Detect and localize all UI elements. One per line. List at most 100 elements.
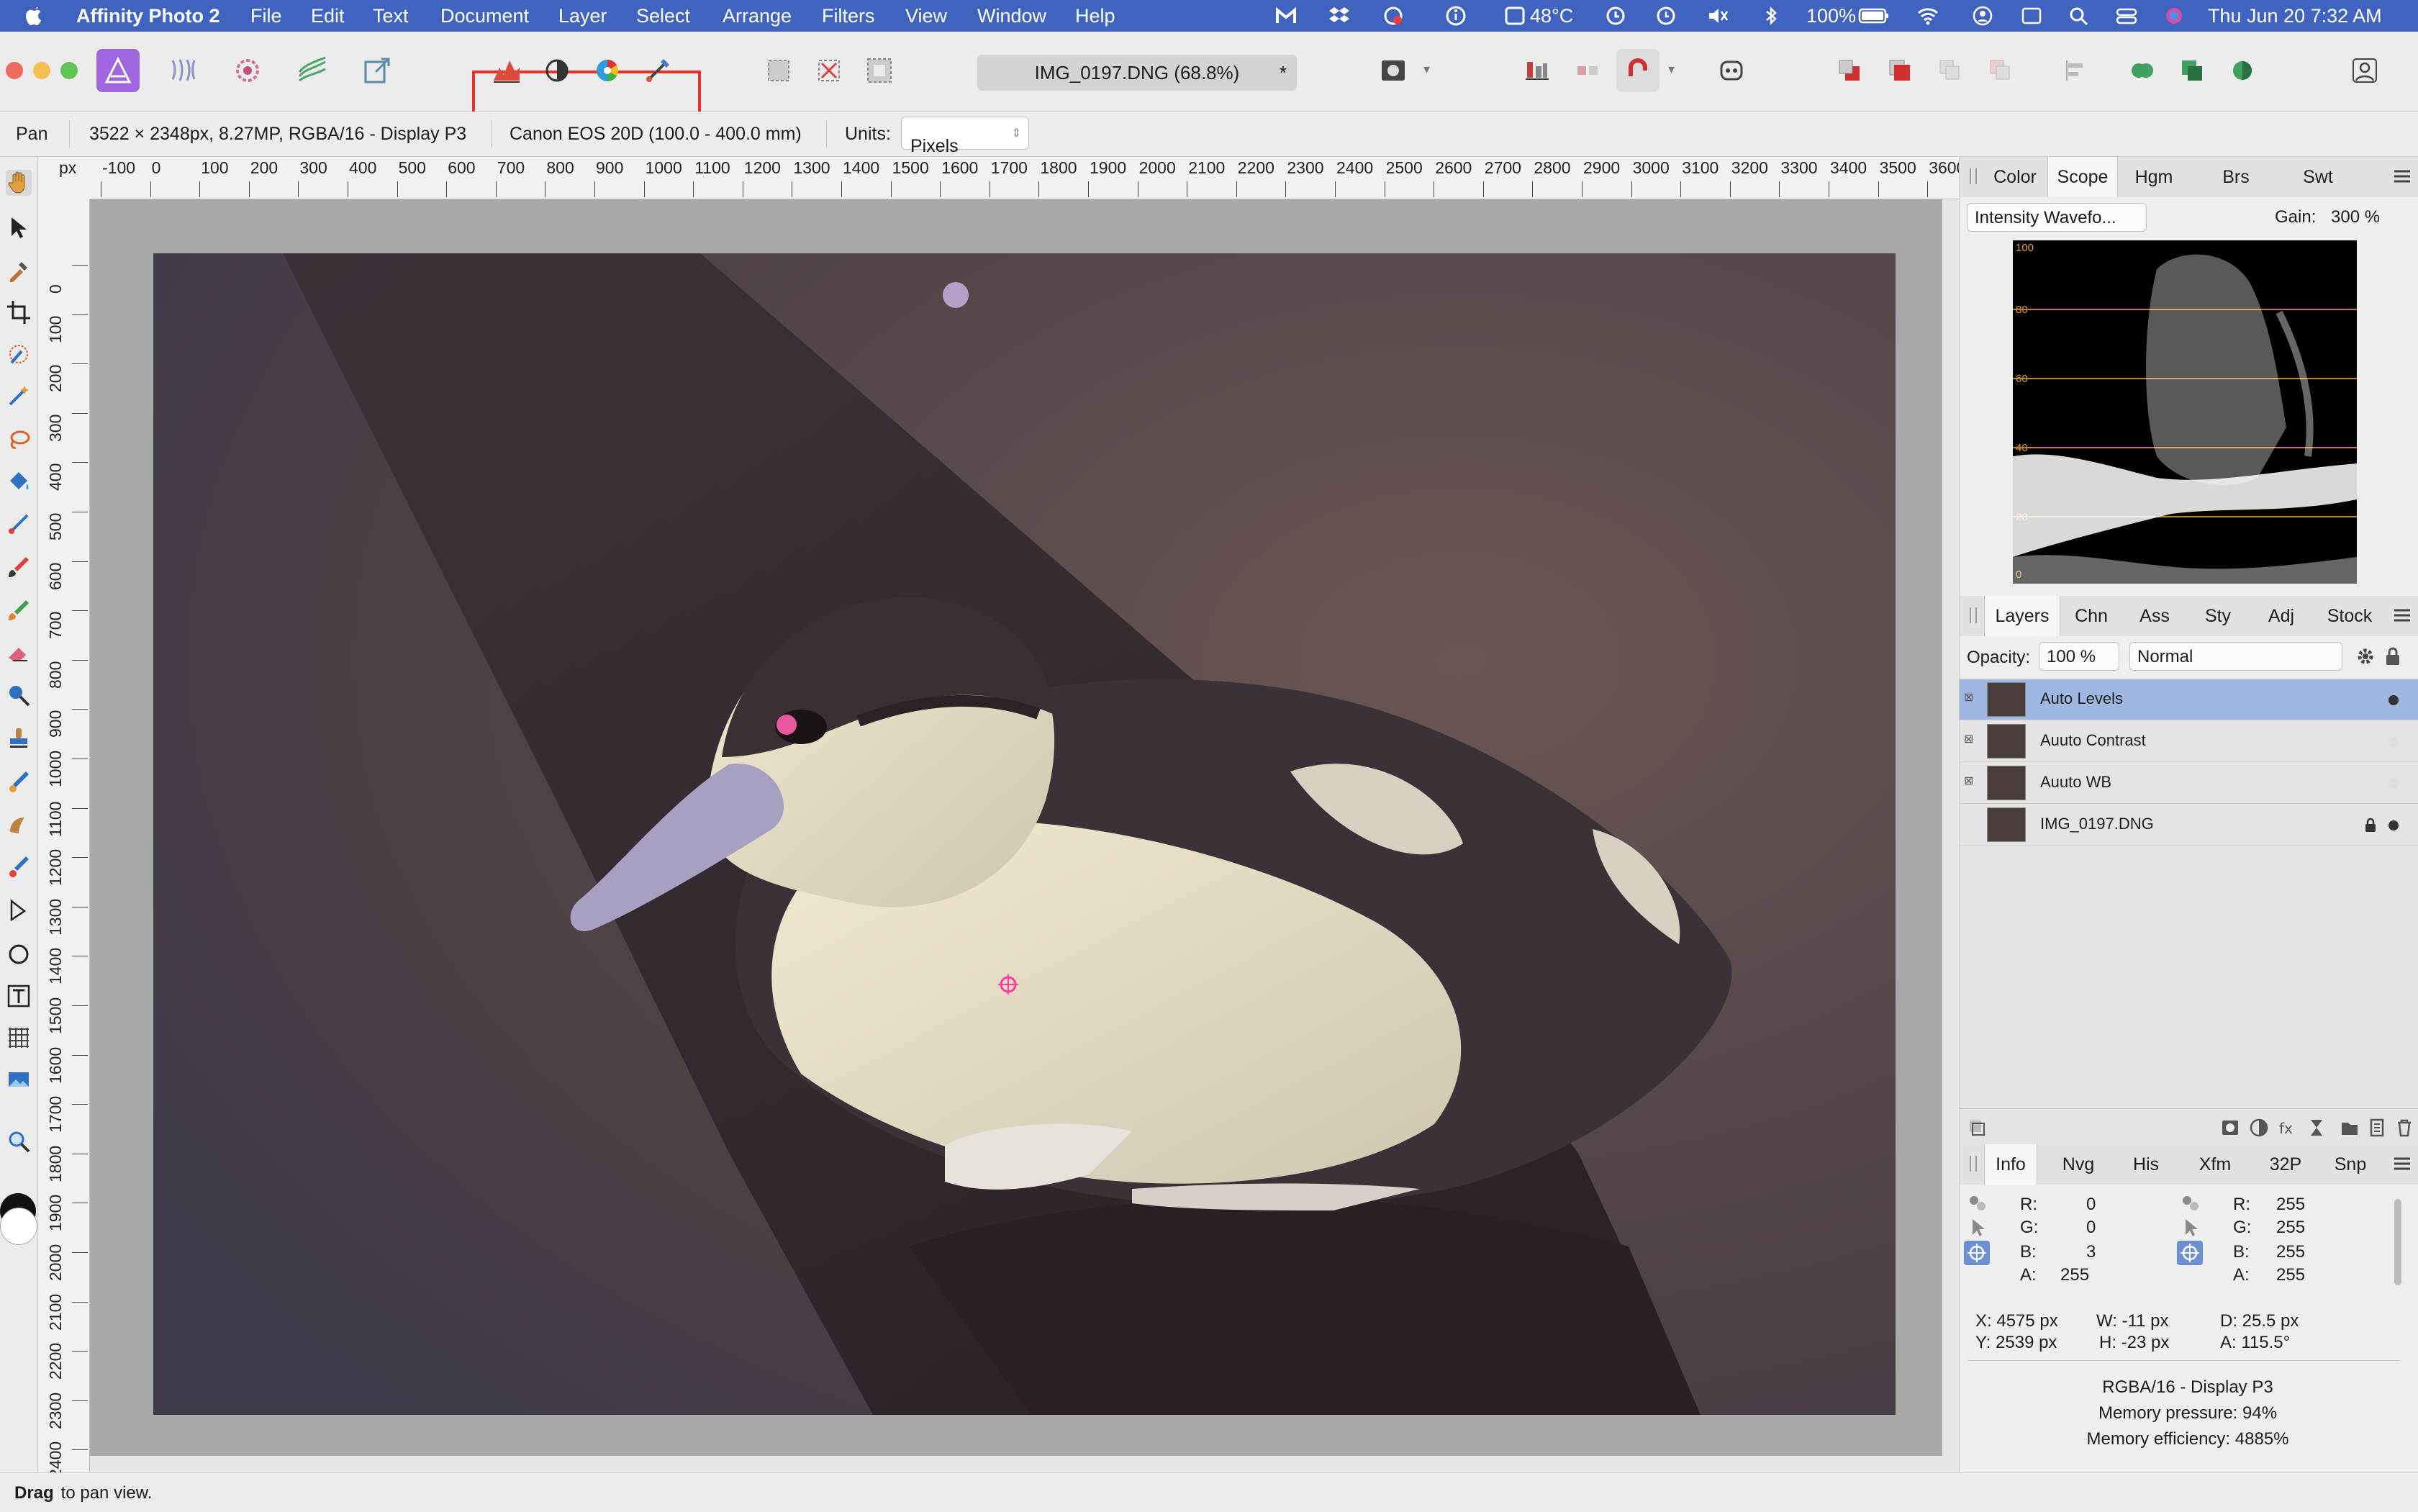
document-tab[interactable]: IMG_0197.DNG (68.8%) * xyxy=(977,55,1297,91)
color-sampler-icon[interactable] xyxy=(2180,1193,2201,1213)
quick-mask-button[interactable] xyxy=(1372,49,1415,92)
duckling-photo[interactable] xyxy=(153,253,1896,1415)
layer-row[interactable]: ⊠ Auuto WB xyxy=(1960,763,2418,804)
display-icon[interactable] xyxy=(2021,6,2042,26)
menu-help[interactable]: Help xyxy=(1075,0,1115,32)
scope-mode-dropdown[interactable]: Intensity Wavefo... xyxy=(1967,203,2147,232)
panel-grip-icon[interactable] xyxy=(1970,607,1977,623)
folder-icon[interactable] xyxy=(2340,1118,2360,1138)
move-tool[interactable] xyxy=(6,214,32,240)
tab-stock[interactable]: Stock xyxy=(2314,596,2386,636)
tab-channels[interactable]: Chn xyxy=(2060,596,2122,636)
clone-brush-tool[interactable] xyxy=(6,725,32,751)
freehand-selection-tool[interactable] xyxy=(6,427,32,453)
account-button[interactable] xyxy=(2343,49,2386,92)
node-tool[interactable] xyxy=(6,898,32,924)
fill-tool[interactable] xyxy=(6,469,32,495)
layer-visibility-icon[interactable]: ⊠ xyxy=(1964,776,1975,787)
tab-history[interactable]: His xyxy=(2115,1144,2177,1185)
tab-histogram[interactable]: Hgm xyxy=(2118,157,2190,197)
auto-white-balance-button[interactable] xyxy=(636,49,679,92)
selection-brush-tool[interactable] xyxy=(6,341,32,367)
panel-menu-icon[interactable] xyxy=(2393,1156,2412,1172)
text-tool[interactable] xyxy=(6,983,32,1009)
zoom-tool[interactable] xyxy=(6,1128,32,1154)
menu-file[interactable]: File xyxy=(250,0,282,32)
boolean-subtract-button[interactable] xyxy=(2170,49,2214,92)
blemish-removal-tool[interactable] xyxy=(6,812,32,838)
select-all-button[interactable] xyxy=(757,49,800,92)
opacity-field[interactable]: 100 % xyxy=(2039,642,2119,671)
tab-scope[interactable]: Scope xyxy=(2047,157,2118,197)
window-minimize-button[interactable] xyxy=(33,62,50,79)
arrange-forward-button[interactable] xyxy=(1979,49,2022,92)
boolean-add-button[interactable] xyxy=(2120,49,2163,92)
red-eye-tool[interactable] xyxy=(6,854,32,879)
mute-speaker-icon[interactable] xyxy=(1707,6,1729,26)
layer-visible-dot[interactable] xyxy=(2388,695,2399,705)
boolean-intersect-button[interactable] xyxy=(2221,49,2264,92)
layer-options-icon[interactable] xyxy=(1967,1118,1987,1138)
lock-icon[interactable] xyxy=(2384,646,2401,666)
distribute-button[interactable] xyxy=(1566,49,1609,92)
tab-color[interactable]: Color xyxy=(1984,157,2046,197)
tab-assets[interactable]: Ass xyxy=(2124,596,2186,636)
tab-snapshots[interactable]: Snp xyxy=(2319,1144,2381,1185)
crosshair-target-icon[interactable] xyxy=(2177,1241,2203,1265)
chevron-down-icon[interactable]: ▾ xyxy=(1423,62,1430,77)
wifi-icon[interactable] xyxy=(1917,6,1939,26)
canvas-area[interactable] xyxy=(90,199,1942,1456)
ellipse-tool[interactable] xyxy=(6,941,32,967)
menu-layer[interactable]: Layer xyxy=(558,0,607,32)
blend-mode-dropdown[interactable]: Normal xyxy=(2129,642,2342,671)
inpainting-brush-tool[interactable] xyxy=(6,769,32,795)
tone-mapping-persona-button[interactable] xyxy=(291,49,334,92)
mixer-brush-tool[interactable] xyxy=(6,597,32,623)
auto-colors-button[interactable] xyxy=(586,49,629,92)
units-dropdown[interactable]: Pixels ⇕ xyxy=(901,117,1029,156)
layer-visible-dot[interactable] xyxy=(2388,779,2399,789)
temperature-readout[interactable]: 48°C xyxy=(1530,0,1573,32)
develop-persona-button[interactable] xyxy=(226,49,269,92)
assistant-button[interactable] xyxy=(1710,49,1753,92)
tab-layers[interactable]: Layers xyxy=(1984,596,2060,636)
hourglass-icon[interactable] xyxy=(2306,1118,2327,1138)
menu-filters[interactable]: Filters xyxy=(822,0,875,32)
battery-icon[interactable] xyxy=(1858,6,1890,26)
pointer-icon[interactable] xyxy=(2180,1218,2201,1238)
layer-visible-dot[interactable] xyxy=(2388,737,2399,747)
auto-contrast-button[interactable] xyxy=(535,49,579,92)
cloud-sync-icon[interactable] xyxy=(1383,6,1405,26)
menubar-clock[interactable]: Thu Jun 20 7:32 AM xyxy=(2208,0,2382,32)
layer-row[interactable]: IMG_0197.DNG xyxy=(1960,805,2418,846)
tab-32bit-preview[interactable]: 32P xyxy=(2255,1144,2317,1185)
gain-dropdown[interactable]: 300 % xyxy=(2324,203,2399,232)
cpu-temp-icon[interactable] xyxy=(1504,6,1526,26)
align-button[interactable] xyxy=(1516,49,1559,92)
flood-select-tool[interactable] xyxy=(6,383,32,409)
tab-info[interactable]: Info xyxy=(1984,1144,2037,1185)
tab-transform[interactable]: Xfm xyxy=(2183,1144,2247,1185)
secondary-color-swatch[interactable] xyxy=(0,1208,37,1245)
malwarebytes-icon[interactable] xyxy=(1275,6,1297,26)
layer-visibility-icon[interactable]: ⊠ xyxy=(1964,734,1975,746)
live-filter-icon[interactable]: fx xyxy=(2278,1118,2298,1138)
dropbox-icon[interactable] xyxy=(1328,6,1350,26)
gradient-tool[interactable] xyxy=(6,511,32,537)
layer-row[interactable]: ⊠ Auuto Contrast xyxy=(1960,721,2418,762)
panel-menu-icon[interactable] xyxy=(2393,607,2412,623)
arrange-front-button[interactable] xyxy=(1878,49,1921,92)
timer-icon[interactable] xyxy=(1605,6,1626,26)
info-circle-icon[interactable] xyxy=(1445,6,1467,26)
battery-percent[interactable]: 100% xyxy=(1806,0,1856,32)
layer-row[interactable]: ⊠ Auto Levels xyxy=(1960,679,2418,720)
bluetooth-icon[interactable] xyxy=(1760,6,1782,26)
color-picker-tool[interactable] xyxy=(6,258,32,284)
place-image-tool[interactable] xyxy=(6,1067,32,1092)
deselect-button[interactable] xyxy=(807,49,851,92)
adjustment-layer-icon[interactable] xyxy=(2249,1118,2269,1138)
crosshair-target-icon[interactable] xyxy=(1964,1241,1990,1265)
window-close-button[interactable] xyxy=(6,62,23,79)
tab-swatches[interactable]: Swt xyxy=(2282,157,2354,197)
mask-layer-icon[interactable] xyxy=(2220,1118,2240,1138)
